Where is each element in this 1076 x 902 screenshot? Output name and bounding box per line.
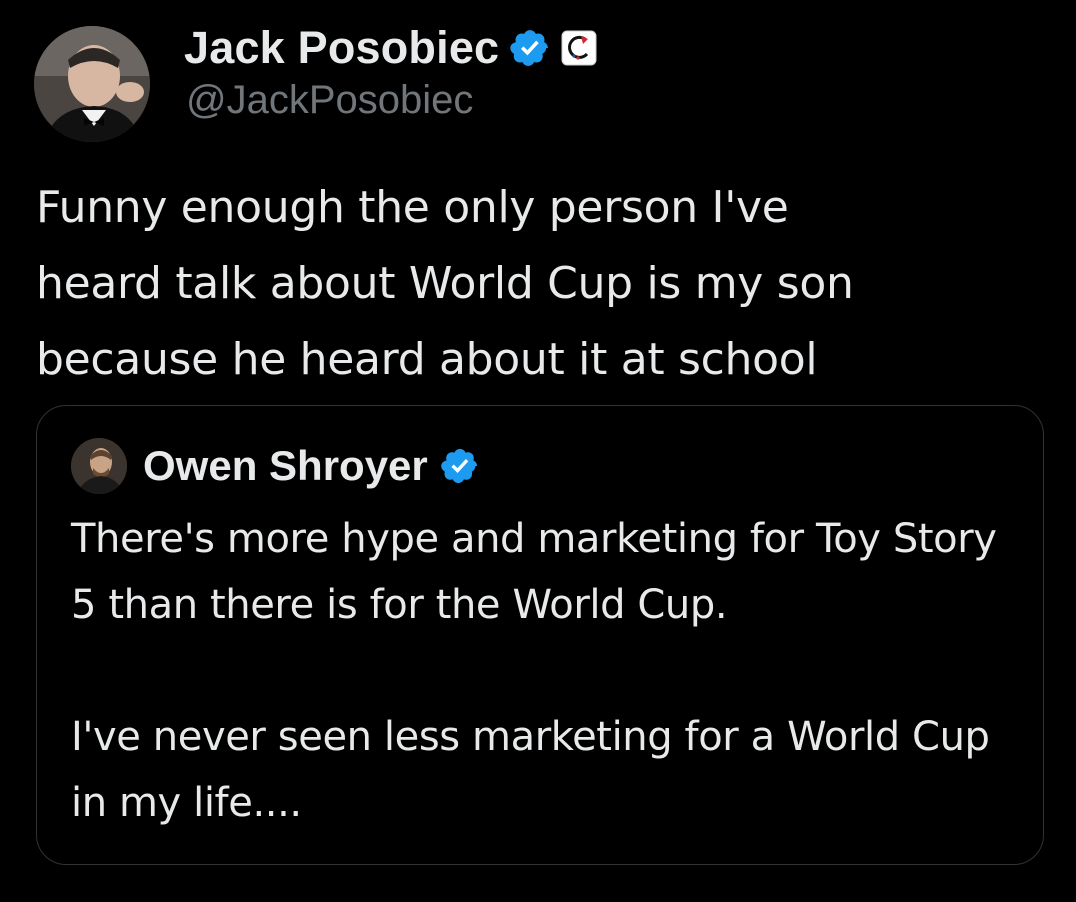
- author-avatar[interactable]: [34, 26, 150, 142]
- quoted-tweet-paragraph: There's more hype and marketing for Toy …: [71, 516, 997, 628]
- verified-icon[interactable]: [509, 27, 551, 69]
- quoted-tweet-text: There's more hype and marketing for Toy …: [71, 506, 1031, 902]
- quoted-author-display-name[interactable]: Owen Shroyer: [143, 442, 428, 490]
- tweet[interactable]: Jack Posobiec @JackPosobiec Funny enough…: [0, 0, 1076, 865]
- tweet-text: Funny enough the only person I've heard …: [36, 182, 854, 385]
- author-name-row: Jack Posobiec: [184, 22, 597, 74]
- quoted-author-avatar[interactable]: [71, 438, 127, 494]
- quoted-tweet-header: Owen Shroyer: [71, 438, 480, 494]
- quoted-tweet-card[interactable]: Owen Shroyer There's more hype and marke…: [36, 405, 1044, 865]
- quoted-tweet-paragraph: I've never seen less marketing for a Wor…: [71, 714, 990, 826]
- affiliate-badge-icon[interactable]: [561, 30, 597, 66]
- author-display-name[interactable]: Jack Posobiec: [184, 22, 499, 74]
- author-handle[interactable]: @JackPosobiec: [186, 78, 473, 123]
- verified-icon[interactable]: [440, 446, 480, 486]
